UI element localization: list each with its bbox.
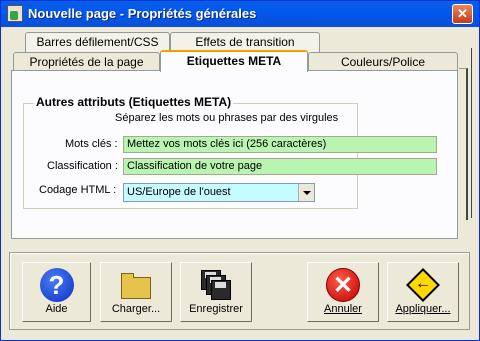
help-question-icon: ? [39, 268, 74, 302]
load-button-label: Charger... [111, 303, 161, 315]
save-button[interactable]: Enregistrer [180, 262, 252, 322]
cancel-x-icon: ✕ [326, 268, 360, 302]
cancel-button-label: Annuler [324, 303, 362, 315]
help-button-label: Aide [45, 303, 68, 315]
apply-button[interactable]: ← Appliquer... [387, 262, 459, 322]
tab-barres-defilement[interactable]: Barres défilement/CSS [25, 32, 170, 52]
classification-input[interactable]: Classification de votre page [123, 158, 437, 175]
apply-button-label: Appliquer... [395, 303, 451, 315]
folder-icon [119, 268, 153, 302]
keywords-label: Mots clés : [65, 138, 118, 150]
apply-arrow-icon: ← [406, 268, 440, 302]
tab-couleurs-police[interactable]: Couleurs/Police [308, 52, 458, 72]
load-button[interactable]: Charger... [100, 262, 172, 322]
hint-text: Séparez les mots ou phrases par des virg… [115, 112, 339, 124]
close-button[interactable]: ✕ [452, 4, 473, 24]
window-title: Nouvelle page - Propriétés générales [28, 6, 257, 21]
floppy-disks-icon [199, 268, 233, 302]
encoding-select[interactable]: US/Europe de l'ouest [123, 183, 315, 202]
help-button[interactable]: ? Aide [22, 262, 91, 322]
tab-effets-transition[interactable]: Effets de transition [170, 32, 320, 52]
cancel-button[interactable]: ✕ Annuler [307, 262, 379, 322]
tab-proprietes-page[interactable]: Propriétés de la page [13, 52, 160, 72]
group-title: Autres attributs (Etiquettes META) [34, 95, 234, 109]
save-button-label: Enregistrer [189, 303, 243, 315]
chevron-down-icon[interactable] [298, 184, 314, 201]
keywords-input[interactable]: Mettez vos mots clés ici (256 caractères… [123, 136, 437, 153]
title-bar[interactable]: Nouvelle page - Propriétés générales ✕ [1, 1, 479, 27]
encoding-value: US/Europe de l'ouest [127, 186, 231, 198]
encoding-label: Codage HTML : [39, 184, 117, 196]
app-icon [7, 5, 23, 22]
tab-etiquettes-meta[interactable]: Etiquettes META [160, 50, 308, 72]
classification-label: Classification : [47, 160, 118, 172]
panel-edge [459, 68, 468, 220]
